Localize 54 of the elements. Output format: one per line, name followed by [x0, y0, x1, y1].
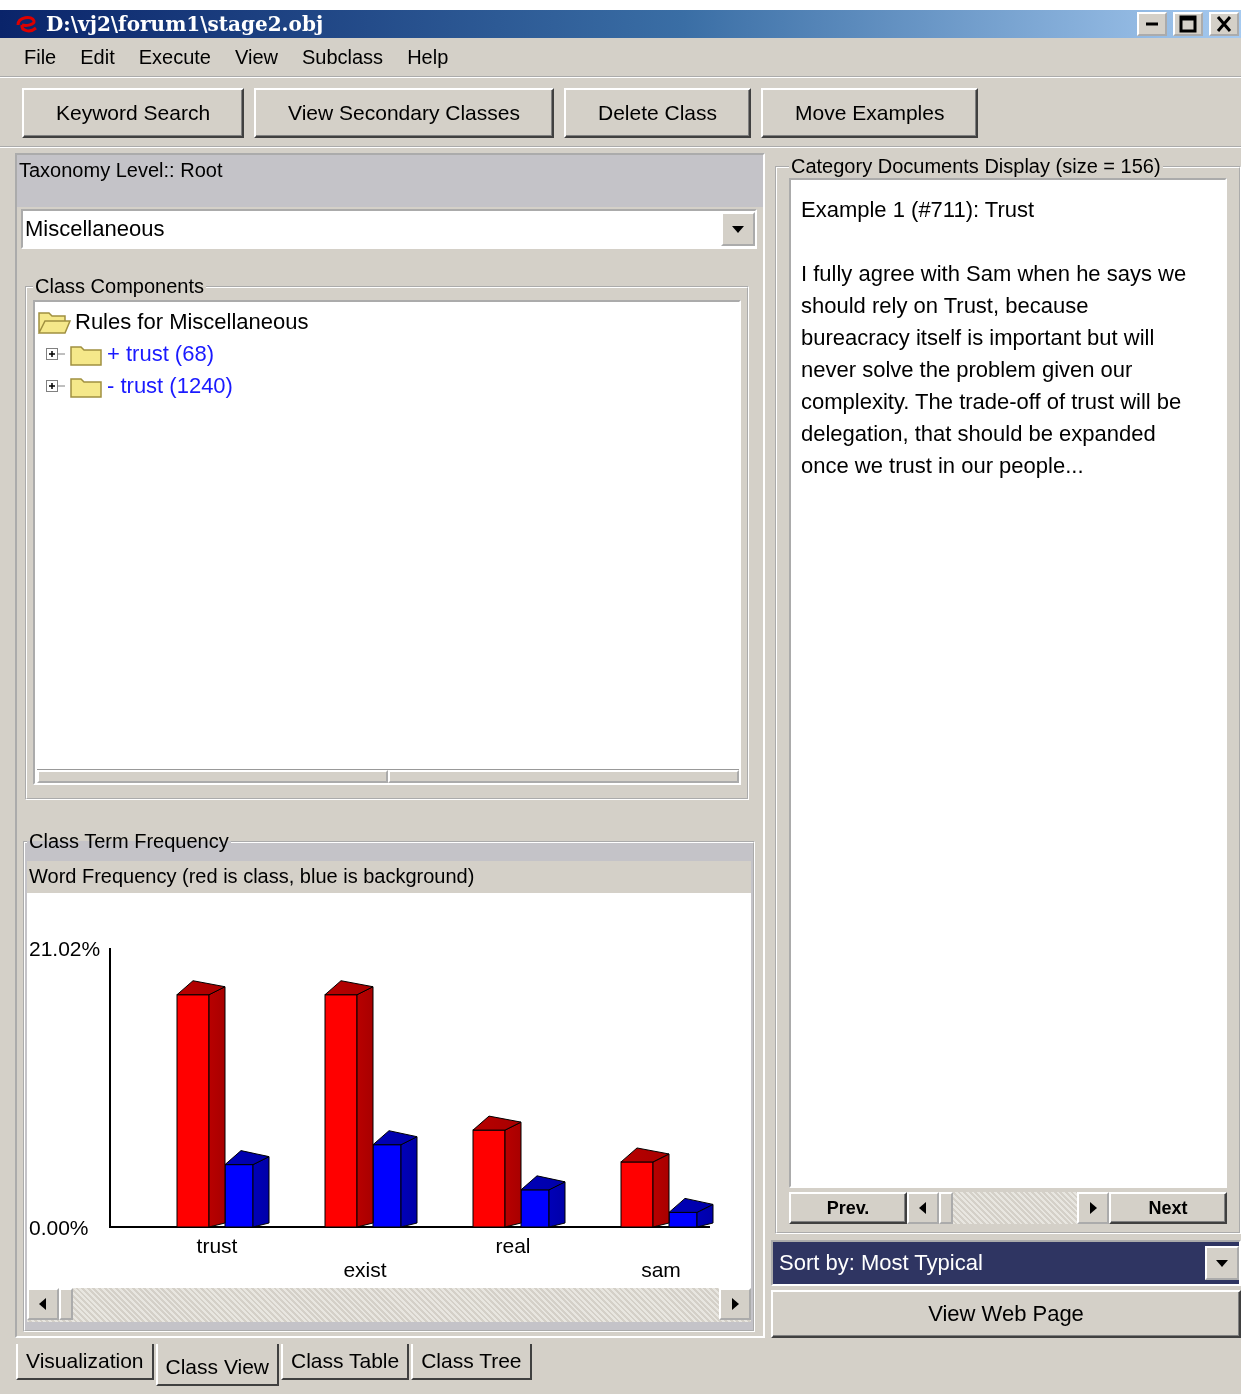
- scroll-left-icon[interactable]: [918, 1201, 928, 1216]
- taxonomy-level-label: Taxonomy Level:: Root: [17, 155, 763, 207]
- menu-item[interactable]: Execute: [126, 45, 223, 69]
- group-title: Class Term Frequency: [28, 830, 230, 853]
- category-label: trust: [196, 1234, 238, 1257]
- scrollbar[interactable]: [27, 1288, 751, 1322]
- axis-label: 21.02%: [29, 937, 101, 960]
- menu-item[interactable]: Subclass: [289, 45, 396, 69]
- scroll-right-icon[interactable]: [1088, 1201, 1098, 1216]
- category-label: exist: [343, 1258, 387, 1281]
- tab[interactable]: Class Tree: [411, 1344, 532, 1380]
- tree-item[interactable]: + trust (68): [107, 341, 214, 367]
- menu-item[interactable]: Edit: [68, 45, 127, 69]
- bar: [620, 1161, 654, 1228]
- category-label: real: [495, 1234, 531, 1257]
- close-icon: [1216, 15, 1232, 33]
- view-web-page-button[interactable]: View Web Page: [771, 1290, 1241, 1338]
- group-title: Class Components: [34, 275, 205, 298]
- chart-title: Word Frequency (red is class, blue is background): [27, 861, 751, 893]
- next-button[interactable]: Next: [1109, 1192, 1227, 1225]
- minimize-button[interactable]: [1137, 12, 1167, 36]
- menu-item[interactable]: View: [222, 45, 290, 69]
- document-text: I fully agree with Sam when he says we should rely on Trust, because bureacracy itself is important but will never solve the problem given our complexity. The trade-off of trust will be delegation, that should be expanded once we trust in our people...: [801, 260, 1188, 480]
- tree-item[interactable]: - trust (1240): [107, 373, 233, 399]
- window-title: D:\vj2\forum1\stage2.obj: [46, 12, 325, 36]
- tree-item[interactable]: Rules for Miscellaneous: [75, 309, 309, 335]
- maximize-icon: [1179, 15, 1197, 33]
- tab[interactable]: Class Table: [281, 1344, 410, 1380]
- close-button[interactable]: [1209, 12, 1239, 36]
- maximize-button[interactable]: [1173, 12, 1203, 36]
- tab[interactable]: Visualization: [16, 1344, 154, 1380]
- toolbar-button[interactable]: View Secondary Classes: [254, 88, 554, 138]
- scroll-left-icon[interactable]: [38, 1297, 48, 1311]
- class-dropdown[interactable]: Miscellaneous: [21, 209, 757, 249]
- tab[interactable]: Class View: [155, 1344, 279, 1386]
- document-heading: Example 1 (#711): Trust: [801, 196, 1036, 224]
- bar: [224, 1164, 254, 1228]
- scrollbar[interactable]: [37, 769, 739, 783]
- toolbar-button[interactable]: Delete Class: [564, 88, 752, 138]
- toolbar-button[interactable]: Keyword Search: [22, 88, 245, 138]
- category-label: sam: [641, 1258, 681, 1281]
- axis-label: 0.00%: [29, 1216, 89, 1239]
- scroll-right-icon[interactable]: [730, 1297, 740, 1311]
- minimize-icon: [1145, 22, 1159, 26]
- sort-dropdown[interactable]: Sort by: Most Typical: [771, 1240, 1241, 1287]
- menu-item[interactable]: Help: [395, 45, 461, 69]
- scroll-thumb[interactable]: [59, 1288, 73, 1320]
- class-tree[interactable]: Rules for Miscellaneous + trust (68) - trust (1240): [33, 300, 741, 785]
- scrollbar[interactable]: [907, 1192, 1109, 1225]
- group-title: Category Documents Display (size = 156): [790, 155, 1162, 178]
- prev-button[interactable]: Prev.: [789, 1192, 907, 1225]
- scroll-thumb[interactable]: [939, 1192, 953, 1225]
- toolbar-button[interactable]: Move Examples: [761, 88, 979, 138]
- menu-item[interactable]: File: [12, 45, 69, 69]
